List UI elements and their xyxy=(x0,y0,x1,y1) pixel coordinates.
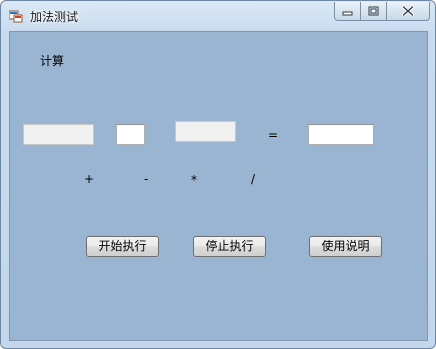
plus-label: + xyxy=(84,172,95,186)
multiply-label: * xyxy=(191,173,197,187)
divide-label: / xyxy=(251,172,256,186)
caption-buttons xyxy=(334,2,430,21)
maximize-button[interactable] xyxy=(361,2,387,21)
calc-label: 计算 xyxy=(40,54,65,68)
close-button[interactable] xyxy=(387,2,430,21)
minus-label: - xyxy=(144,172,149,186)
minimize-button[interactable] xyxy=(334,2,361,21)
close-icon xyxy=(402,6,414,16)
window-title: 加法测试 xyxy=(30,10,79,24)
operand2-input[interactable] xyxy=(175,121,236,142)
maximize-icon xyxy=(368,6,379,16)
result-input[interactable] xyxy=(308,124,374,145)
app-windows-icon xyxy=(9,10,23,23)
minimize-icon xyxy=(342,11,353,15)
app-window: 加法测试 计算 = + - * / 开始执行 停止执行 使用说明 xyxy=(0,0,436,349)
stop-button[interactable]: 停止执行 xyxy=(193,236,266,257)
operator-input[interactable] xyxy=(116,124,145,145)
operand1-input[interactable] xyxy=(23,124,94,145)
help-button[interactable]: 使用说明 xyxy=(309,236,382,257)
title-bar[interactable]: 加法测试 xyxy=(1,1,435,31)
start-button[interactable]: 开始执行 xyxy=(86,236,159,257)
form-client-area: 计算 = + - * / 开始执行 停止执行 使用说明 xyxy=(9,31,428,341)
equals-label: = xyxy=(268,128,279,142)
